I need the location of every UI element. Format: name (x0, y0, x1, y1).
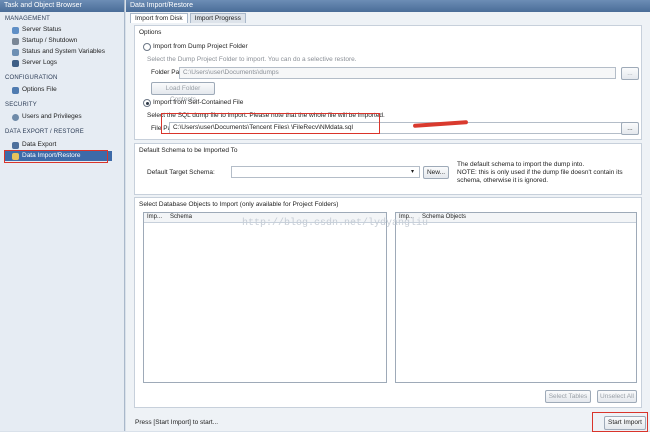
sidebar-title: Task and Object Browser (0, 0, 124, 12)
section-data-export-restore: DATA EXPORT / RESTORE (5, 129, 84, 135)
user-icon (12, 113, 19, 121)
tab-bar: Import from Disk Import Progress (130, 13, 246, 23)
server-status-icon (12, 26, 19, 34)
logs-icon (12, 59, 19, 67)
default-schema-heading: Default Schema to be Imported To (139, 147, 238, 154)
self-contained-label: Import from Self-Contained File (153, 99, 244, 106)
highlight-box-sidebar (4, 150, 108, 163)
variables-icon (12, 48, 19, 56)
dump-folder-label: Import from Dump Project Folder (153, 43, 248, 50)
target-schema-label: Default Target Schema: (147, 169, 215, 176)
tab-import-progress[interactable]: Import Progress (189, 13, 246, 23)
schema-objects-list[interactable]: Imp... Schema Objects (395, 212, 637, 383)
select-tables-button[interactable]: Select Tables (545, 390, 591, 403)
main-area: Data Import/Restore Import from Disk Imp… (126, 0, 650, 432)
sidebar-item-data-export[interactable]: Data Export (0, 140, 124, 150)
folder-browse-button[interactable]: ... (621, 67, 639, 80)
schema-objects-header: Imp... Schema Objects (396, 213, 636, 223)
sidebar-item-options-file[interactable]: Options File (0, 85, 124, 95)
radio-self-contained[interactable] (143, 99, 151, 107)
schema-note: The default schema to import the dump in… (457, 161, 623, 184)
sidebar-item-server-status[interactable]: Server Status (0, 25, 124, 35)
highlight-box-filepath (161, 113, 380, 134)
status-text: Press [Start Import] to start... (135, 419, 219, 426)
folder-path-input[interactable]: C:\Users\user\Documents\dumps (179, 67, 616, 79)
sidebar-item-server-logs[interactable]: Server Logs (0, 58, 124, 68)
schema-list[interactable]: Imp... Schema (143, 212, 387, 383)
radio-dump-folder[interactable] (143, 43, 151, 51)
tab-import-from-disk[interactable]: Import from Disk (130, 13, 188, 23)
export-icon (12, 141, 19, 149)
highlight-box-start (592, 412, 648, 432)
section-security: SECURITY (5, 102, 37, 108)
sidebar-item-users-privileges[interactable]: Users and Privileges (0, 112, 124, 122)
target-schema-select[interactable] (231, 166, 420, 178)
new-schema-button[interactable]: New... (423, 166, 449, 179)
sidebar-item-status-variables[interactable]: Status and System Variables (0, 47, 124, 57)
sidebar-item-startup-shutdown[interactable]: Startup / Shutdown (0, 36, 124, 46)
main-title: Data Import/Restore (126, 0, 650, 12)
options-heading: Options (139, 29, 162, 36)
file-browse-button[interactable]: ... (621, 122, 639, 135)
col-import: Imp... (147, 214, 163, 220)
task-object-browser: Task and Object Browser MANAGEMENT Serve… (0, 0, 125, 431)
section-management: MANAGEMENT (5, 16, 51, 22)
col-schema: Schema (170, 214, 193, 220)
objects-heading: Select Database Objects to Import (only … (139, 201, 339, 208)
chevron-down-icon[interactable]: ▾ (411, 168, 414, 175)
startup-icon (12, 37, 19, 45)
col-schema-objects: Schema Objects (422, 214, 467, 220)
dump-folder-hint: Select the Dump Project Folder to import… (147, 56, 357, 63)
default-schema-panel: Default Schema to be Imported To Default… (134, 143, 642, 195)
section-configuration: CONFIGURATION (5, 75, 58, 81)
unselect-all-button[interactable]: Unselect All (597, 390, 637, 403)
load-folder-contents-button[interactable]: Load Folder Contents (151, 82, 215, 103)
watermark: http://blog.csdn.net/lydyangliu (242, 218, 429, 229)
wrench-icon (12, 86, 19, 94)
